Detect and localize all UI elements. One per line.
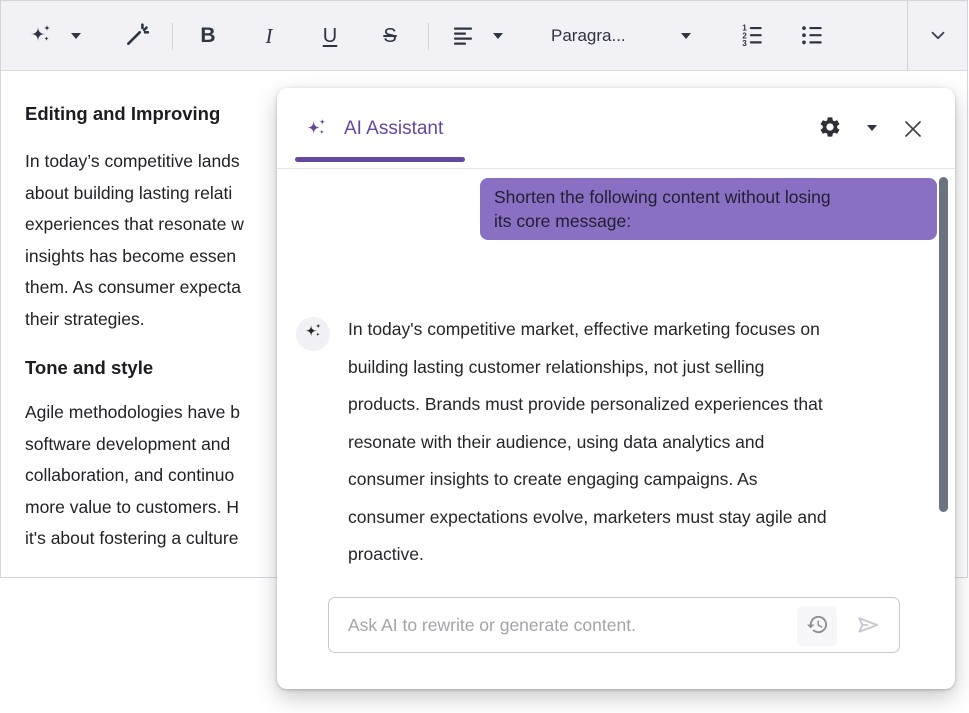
bold-button[interactable]: B bbox=[191, 1, 225, 71]
ai-response-message: In today's competitive market, effective… bbox=[348, 311, 948, 574]
bold-icon: B bbox=[200, 24, 215, 48]
toolbar-more-button[interactable] bbox=[921, 1, 955, 71]
ai-prompt-inputwrap bbox=[328, 597, 900, 653]
doc-text-line: software development and bbox=[25, 433, 230, 455]
prompt-history-button[interactable] bbox=[797, 606, 837, 646]
tab-ai-assistant[interactable]: AI Assistant bbox=[295, 88, 465, 169]
doc-text-line: Agile methodologies have b bbox=[25, 401, 240, 423]
ai-response-line: consumer expectations evolve, marketers … bbox=[348, 499, 948, 537]
tab-active-indicator bbox=[295, 157, 465, 162]
bullet-list-icon bbox=[799, 22, 825, 51]
sparkles-icon bbox=[304, 322, 323, 346]
ai-avatar bbox=[296, 317, 330, 351]
ai-response-line: products. Brands must provide personaliz… bbox=[348, 386, 948, 424]
doc-text-line: collaboration, and continuo bbox=[25, 464, 234, 486]
chevron-down-icon bbox=[493, 33, 503, 39]
underline-button[interactable]: U bbox=[313, 1, 347, 71]
dialog-header: AI Assistant bbox=[277, 88, 955, 169]
toolbar-separator bbox=[172, 23, 173, 50]
italic-button[interactable]: I bbox=[252, 1, 286, 71]
doc-heading: Tone and style bbox=[25, 357, 153, 379]
underline-icon: U bbox=[323, 25, 337, 48]
dialog-title: AI Assistant bbox=[344, 118, 443, 140]
align-left-icon bbox=[451, 23, 475, 50]
italic-icon: I bbox=[266, 24, 273, 49]
format-select-value: Paragra... bbox=[551, 26, 626, 46]
editor-toolbar: B I U S bbox=[1, 1, 967, 71]
doc-text-line: experiences that resonate w bbox=[25, 213, 244, 235]
close-button[interactable] bbox=[901, 117, 925, 141]
close-icon bbox=[901, 129, 925, 144]
sparkles-icon bbox=[29, 23, 53, 50]
chat-scrollbar[interactable] bbox=[939, 177, 948, 512]
doc-text-line: about building lasting relati bbox=[25, 182, 232, 204]
strikethrough-button[interactable]: S bbox=[373, 1, 407, 71]
numbered-list-icon: 1 2 3 bbox=[739, 22, 765, 51]
chevron-down-icon bbox=[71, 33, 81, 39]
magic-wand-icon bbox=[124, 22, 150, 51]
chevron-down-icon bbox=[681, 33, 691, 39]
send-button[interactable] bbox=[851, 610, 885, 642]
svg-text:3: 3 bbox=[742, 38, 747, 47]
bullet-list-button[interactable] bbox=[795, 1, 829, 71]
ai-response-line: resonate with their audience, using data… bbox=[348, 424, 948, 462]
screen: B I U S bbox=[0, 0, 969, 713]
doc-text-line: In today’s competitive lands bbox=[25, 150, 240, 172]
chevron-down-icon bbox=[927, 24, 949, 49]
settings-dropdown-button[interactable] bbox=[867, 125, 877, 131]
settings-button[interactable] bbox=[817, 115, 843, 141]
toolbar-separator bbox=[907, 1, 908, 71]
ai-response-line: proactive. bbox=[348, 536, 948, 574]
ai-assistant-button[interactable] bbox=[23, 1, 59, 71]
doc-text-line: it's about fostering a culture bbox=[25, 527, 238, 549]
doc-heading: Editing and Improving bbox=[25, 103, 220, 125]
user-message-bubble: Shorten the following content without lo… bbox=[480, 178, 937, 240]
numbered-list-button[interactable]: 1 2 3 bbox=[735, 1, 769, 71]
align-button[interactable] bbox=[447, 1, 479, 71]
user-message-line: its core message: bbox=[494, 209, 923, 233]
ai-dropdown-button[interactable] bbox=[65, 1, 87, 71]
toolbar-separator bbox=[428, 23, 429, 50]
history-icon bbox=[806, 613, 829, 639]
doc-text-line: them. As consumer expecta bbox=[25, 276, 241, 298]
align-dropdown-button[interactable] bbox=[487, 1, 509, 71]
ai-shortcuts-button[interactable] bbox=[121, 1, 153, 71]
user-message-line: Shorten the following content without lo… bbox=[494, 185, 923, 209]
doc-text-line: more value to customers. H bbox=[25, 496, 239, 518]
doc-text-line: their strategies. bbox=[25, 308, 145, 330]
gear-icon bbox=[818, 127, 842, 142]
ai-response-line: building lasting customer relationships,… bbox=[348, 349, 948, 387]
chevron-down-icon bbox=[867, 125, 877, 131]
send-icon bbox=[855, 612, 881, 641]
strikethrough-icon: S bbox=[383, 25, 396, 48]
sparkles-icon bbox=[305, 117, 328, 145]
ai-assistant-dialog: AI Assistant bbox=[277, 88, 955, 689]
format-select[interactable]: Paragra... bbox=[546, 1, 696, 71]
doc-text-line: insights has become essen bbox=[25, 245, 236, 267]
ai-response-line: consumer insights to create engaging cam… bbox=[348, 461, 948, 499]
ai-response-line: In today's competitive market, effective… bbox=[348, 311, 948, 349]
